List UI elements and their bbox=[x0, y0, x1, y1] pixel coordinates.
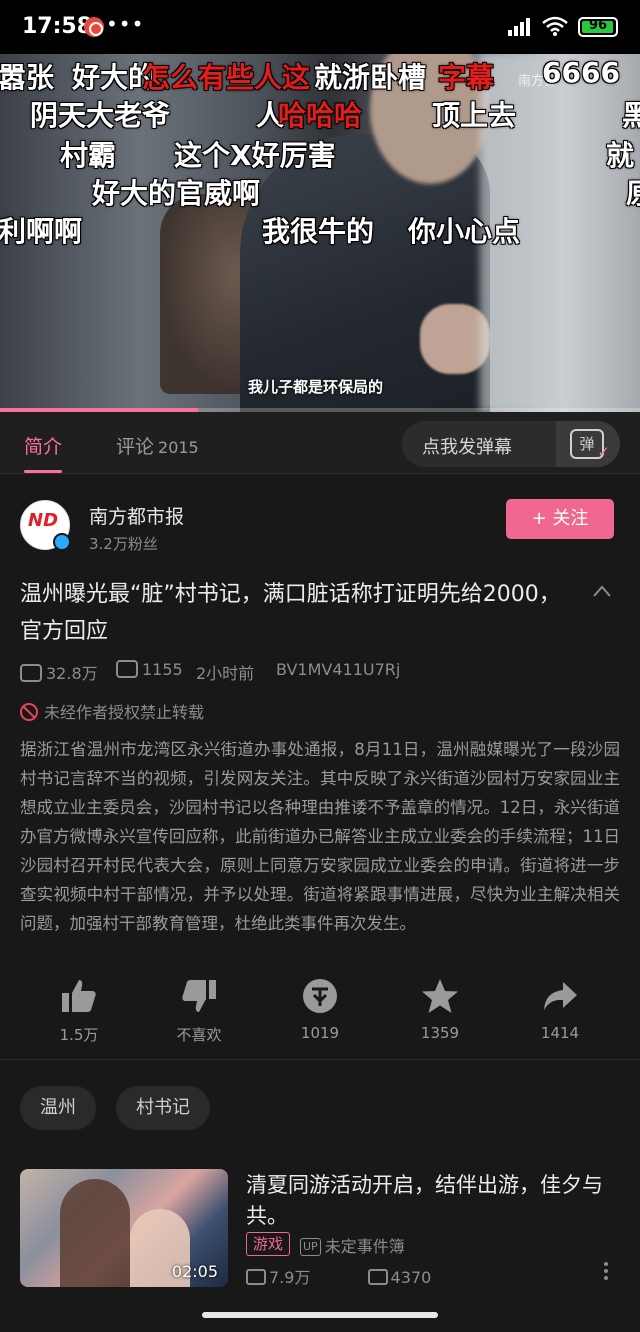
favorite-count: 1359 bbox=[420, 1024, 460, 1042]
danmaku-stat: 1155 bbox=[116, 660, 183, 679]
recommendation-uploader-name: 未定事件簿 bbox=[324, 1237, 405, 1256]
copyright-notice-text: 未经作者授权禁止转载 bbox=[44, 703, 205, 722]
danmaku-count-icon bbox=[367, 1269, 388, 1285]
recommendation-stats: 7.9万 4370 bbox=[246, 1264, 431, 1288]
coin-button[interactable]: 1019 bbox=[270, 976, 370, 1042]
danmaku-comment: 黑 bbox=[622, 99, 640, 132]
share-count: 1414 bbox=[540, 1024, 580, 1042]
danmaku-count: 1155 bbox=[142, 660, 183, 679]
no-repost-icon bbox=[20, 703, 38, 721]
author-avatar[interactable]: ND bbox=[20, 500, 71, 551]
danmaku-comment: 原 bbox=[626, 172, 640, 212]
favorite-button[interactable]: 1359 bbox=[390, 976, 490, 1042]
danmaku-comment: 利啊啊 bbox=[0, 215, 83, 248]
danmaku-comment: 顶上去 bbox=[432, 99, 517, 132]
tab-comments-count: 2015 bbox=[158, 438, 199, 457]
battery-icon: 96 bbox=[578, 17, 618, 37]
dislike-label: 不喜欢 bbox=[176, 1026, 222, 1044]
netease-music-icon bbox=[84, 17, 104, 37]
author-fans: 3.2万粉丝 bbox=[89, 535, 158, 553]
danmaku-comment: 就浙卧槽 bbox=[314, 61, 427, 94]
tab-intro[interactable]: 简介 bbox=[24, 432, 63, 473]
like-count: 1.5万 bbox=[59, 1026, 99, 1044]
battery-percent: 96 bbox=[588, 18, 608, 33]
home-indicator bbox=[202, 1312, 438, 1318]
coin-icon bbox=[303, 979, 337, 1013]
danmaku-comment: 我很牛的 bbox=[262, 215, 375, 248]
video-title: 温州曝光最“脏”村书记，满口脏话称打证明先给2000，官方回应 bbox=[20, 582, 561, 644]
like-button[interactable]: 1.5万 bbox=[29, 976, 129, 1045]
danmaku-comment: 这个X好厉害 bbox=[174, 139, 336, 172]
recommendation-duration: 02:05 bbox=[171, 1262, 218, 1281]
recommendation-thumbnail[interactable]: 02:05 bbox=[20, 1169, 228, 1287]
danmaku-icon: 弹 bbox=[570, 429, 610, 465]
video-subtitle: 我儿子都是环保局的 bbox=[248, 378, 384, 396]
chevron-up-icon[interactable] bbox=[592, 584, 612, 598]
tag-village-secretary[interactable]: 村书记 bbox=[116, 1086, 210, 1130]
star-icon bbox=[422, 979, 458, 1013]
danmaku-count-icon bbox=[116, 660, 138, 678]
verified-badge-icon bbox=[53, 533, 71, 551]
recommendation-views: 7.9万 bbox=[269, 1268, 311, 1287]
up-badge-icon: UP bbox=[300, 1238, 321, 1256]
views-count: 32.8万 bbox=[46, 664, 98, 683]
more-notifications-icon: ••• bbox=[106, 12, 145, 36]
recommendation-uploader[interactable]: UP 未定事件簿 bbox=[300, 1233, 405, 1257]
danmaku-comment: 字幕 bbox=[438, 61, 495, 94]
recommendation-title[interactable]: 清夏同游活动开启，结伴出游，佳夕与共。 bbox=[246, 1170, 616, 1232]
views-stat: 32.8万 bbox=[20, 660, 98, 684]
danmaku-input[interactable]: 点我发弹幕 弹 bbox=[402, 421, 620, 467]
danmaku-toggle-button[interactable]: 弹 bbox=[556, 421, 620, 467]
wifi-icon bbox=[542, 16, 568, 36]
status-bar: 17:58 ••• 96 bbox=[0, 0, 640, 54]
danmaku-comment: 阴天大老爷 bbox=[30, 99, 171, 132]
danmaku-comment: 你小心点 bbox=[408, 215, 521, 248]
action-bar: 1.5万 不喜欢 1019 1359 1414 bbox=[0, 976, 640, 1060]
author-logo: ND bbox=[28, 510, 59, 531]
video-player[interactable]: 南方都 我儿子都是环保局的 嚣张 好大的 怎么有些人这 就浙卧槽 字幕 6666 阴天大老爷… bbox=[0, 54, 640, 412]
tab-comments-label: 评论 bbox=[116, 436, 155, 458]
thumbs-down-icon bbox=[182, 980, 216, 1012]
dislike-button[interactable]: 不喜欢 bbox=[149, 976, 249, 1045]
danmaku-comment: 好大的官威啊 bbox=[92, 177, 261, 210]
follow-button[interactable]: + 关注 bbox=[506, 499, 614, 539]
recommendation-category-badge: 游戏 bbox=[246, 1232, 291, 1256]
bvid: BV1MV411U7Rj bbox=[276, 660, 401, 679]
coin-count: 1019 bbox=[300, 1024, 340, 1042]
danmaku-placeholder: 点我发弹幕 bbox=[422, 437, 512, 458]
publish-time: 2小时前 bbox=[196, 664, 255, 683]
danmaku-comment: 村霸 bbox=[60, 139, 117, 172]
danmaku-comment: 哈哈哈 bbox=[278, 99, 363, 132]
more-options-icon[interactable] bbox=[602, 1262, 610, 1284]
tab-comments[interactable]: 评论 2015 bbox=[116, 432, 199, 459]
play-count-icon bbox=[246, 1269, 266, 1285]
share-icon bbox=[544, 982, 577, 1010]
danmaku-comment: 怎么有些人这 bbox=[142, 61, 311, 94]
tag-wenzhou[interactable]: 温州 bbox=[20, 1086, 96, 1130]
thumbs-up-icon bbox=[62, 980, 96, 1012]
play-count-icon bbox=[20, 664, 42, 682]
signal-icon bbox=[508, 18, 534, 36]
recommendation-danmaku: 4370 bbox=[390, 1268, 432, 1287]
status-time: 17:58 bbox=[22, 14, 93, 39]
thumbnail-figure-1 bbox=[60, 1179, 130, 1287]
copyright-notice: 未经作者授权禁止转载 bbox=[20, 699, 204, 723]
tab-bar: 简介 评论 2015 点我发弹幕 弹 bbox=[0, 412, 640, 474]
share-button[interactable]: 1414 bbox=[510, 976, 610, 1042]
author-name[interactable]: 南方都市报 bbox=[89, 502, 184, 529]
danmaku-comment: 就 bbox=[606, 139, 635, 172]
danmaku-comment: 6666 bbox=[542, 56, 620, 89]
video-description: 据浙江省温州市龙湾区永兴街道办事处通报，8月11日，温州融媒曝光了一段沙园村书记… bbox=[20, 740, 620, 933]
danmaku-comment: 嚣张 bbox=[0, 61, 55, 94]
